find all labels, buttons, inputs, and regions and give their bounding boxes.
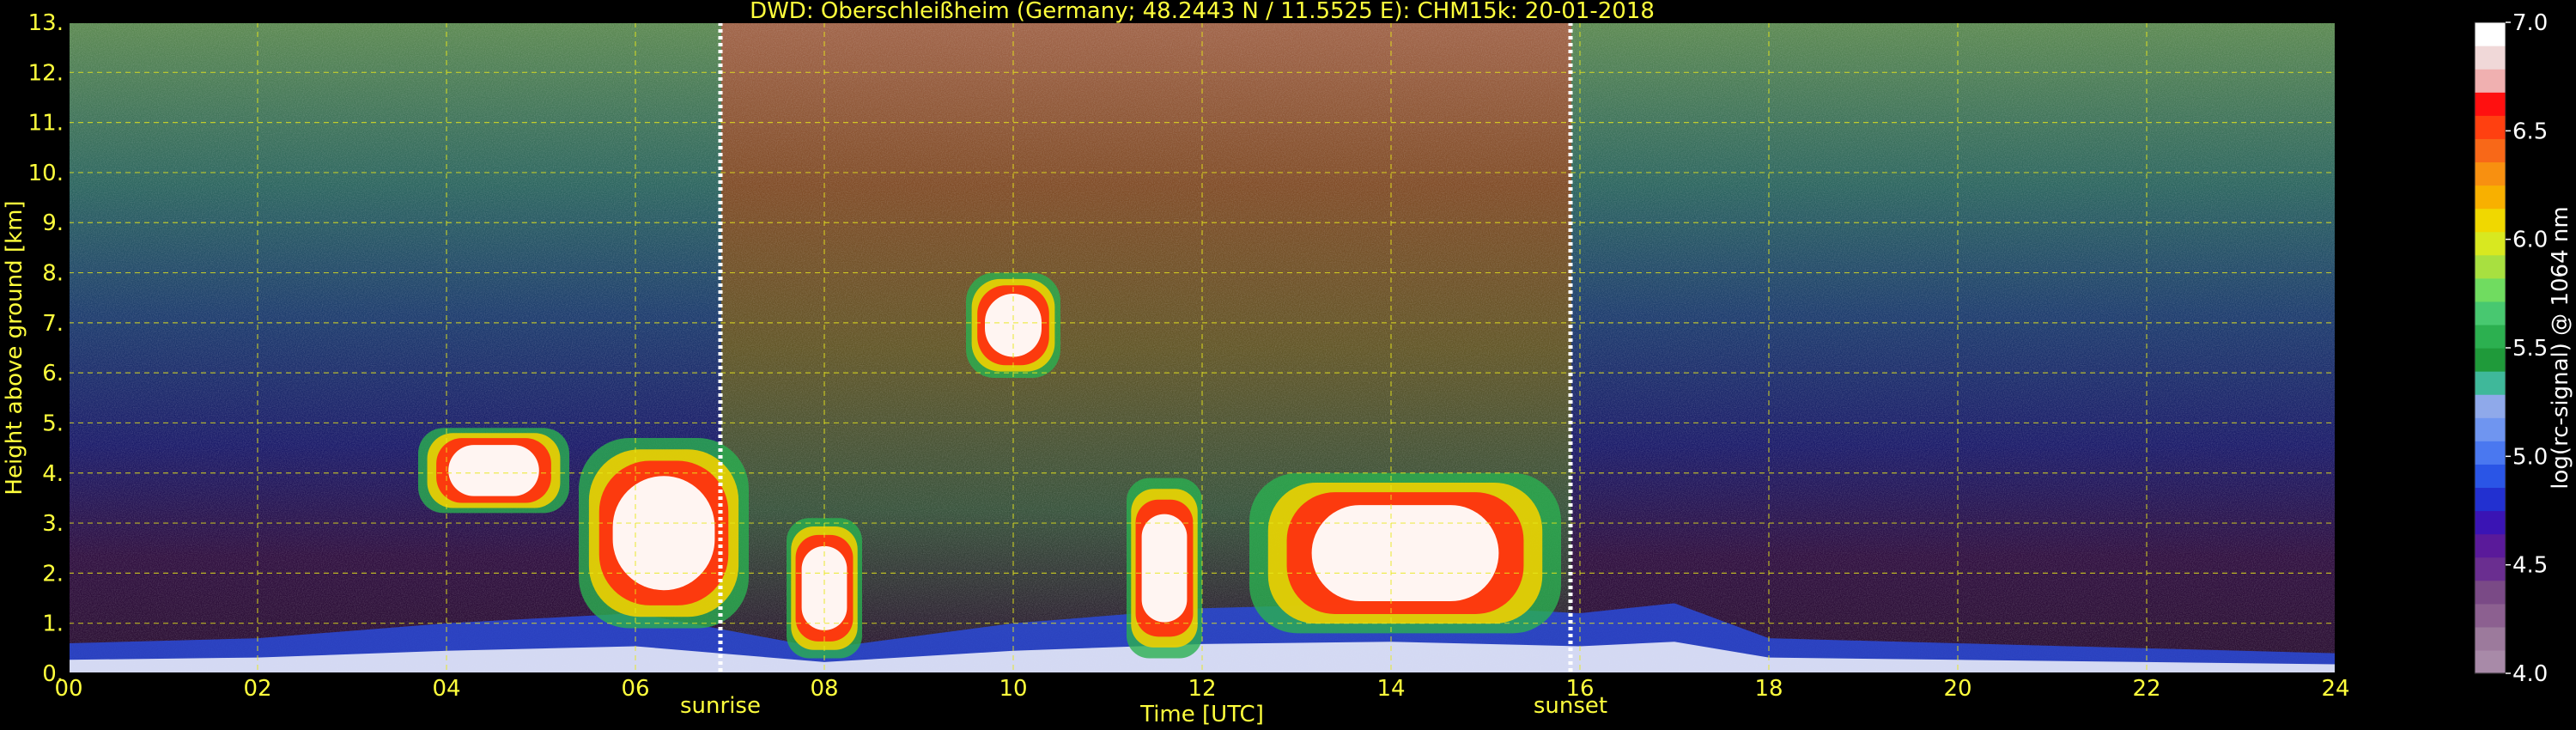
colorbar-swatch — [2475, 649, 2506, 674]
colorbar-swatch — [2475, 324, 2506, 349]
colorbar-swatch — [2475, 69, 2506, 93]
y-tick-label: 11. — [28, 111, 64, 137]
x-tick-label: 00 — [54, 676, 82, 702]
plot-area — [68, 21, 2336, 674]
colorbar-tick-label: 7.0 — [2512, 10, 2548, 36]
y-tick-label: 10. — [28, 161, 64, 186]
x-tick-labels: 00 02 04 06 08 10 12 14 16 18 20 22 24 — [54, 676, 2349, 702]
colorbar-tick-label: 5.0 — [2512, 444, 2548, 470]
colorbar-swatch — [2475, 115, 2506, 139]
y-tick-labels: 0.1.2.3.4.5.6.7.8.9.10.11.12.13. — [28, 10, 64, 687]
colorbar-swatch — [2475, 277, 2506, 302]
colorbar-swatch — [2475, 185, 2506, 210]
y-tick-label: 5. — [42, 411, 64, 436]
sun-marker-label: sunset — [1534, 693, 1607, 719]
colorbar-swatch — [2475, 441, 2506, 465]
cloud-layer — [418, 428, 569, 514]
ceilometer-chart: DWD: Oberschleißheim (Germany; 48.2443 N… — [2, 0, 2573, 727]
colorbar-tick-label: 4.5 — [2512, 553, 2548, 579]
y-tick-label: 6. — [42, 361, 64, 386]
x-tick-label: 04 — [432, 676, 460, 702]
colorbar-swatch — [2475, 371, 2506, 395]
y-tick-label: 7. — [42, 311, 64, 337]
colorbar-swatch — [2475, 464, 2506, 489]
x-tick-label: 18 — [1754, 676, 1783, 702]
y-tick-label: 13. — [28, 10, 64, 36]
sun-marker-label: sunrise — [680, 693, 761, 719]
cloud-layer — [1249, 472, 1561, 634]
x-tick-label: 20 — [1943, 676, 1971, 702]
colorbar-swatch — [2475, 510, 2506, 535]
x-tick-label: 02 — [243, 676, 271, 702]
colorbar-swatch — [2475, 626, 2506, 651]
y-tick-label: 9. — [42, 210, 64, 236]
colorbar: 4.0 4.5 5.0 5.5 6.0 6.5 7.0 log(rc-signal) @ 1… — [2474, 10, 2573, 687]
x-tick-label: 12 — [1188, 676, 1216, 702]
x-tick-label: 10 — [999, 676, 1027, 702]
colorbar-swatch — [2475, 417, 2506, 441]
colorbar-tick-labels: 4.0 4.5 5.0 5.5 6.0 6.5 7.0 — [2506, 10, 2548, 687]
colorbar-swatch — [2475, 533, 2506, 558]
y-tick-label: 3. — [42, 511, 64, 537]
colorbar-swatch — [2475, 138, 2506, 163]
colorbar-label: log(rc-signal) @ 1064 nm — [2548, 206, 2573, 489]
y-tick-label: 12. — [28, 60, 64, 86]
colorbar-swatch — [2475, 301, 2506, 325]
cloud-layer — [579, 437, 749, 629]
colorbar-swatch — [2475, 603, 2506, 628]
colorbar-swatch — [2475, 254, 2506, 279]
colorbar-swatch — [2475, 231, 2506, 256]
colorbar-tick-label: 5.5 — [2512, 336, 2548, 362]
colorbar-swatch — [2475, 161, 2506, 186]
colorbar-swatch — [2475, 208, 2506, 233]
y-tick-label: 1. — [42, 611, 64, 637]
colorbar-swatch — [2475, 580, 2506, 605]
colorbar-swatches — [2475, 22, 2506, 674]
x-tick-label: 22 — [2132, 676, 2160, 702]
x-axis-label: Time [UTC] — [1139, 702, 1264, 727]
cloud-layer — [1127, 478, 1202, 659]
x-tick-label: 24 — [2321, 676, 2349, 702]
colorbar-swatch — [2475, 487, 2506, 512]
x-tick-label: 06 — [621, 676, 649, 702]
y-tick-label: 8. — [42, 261, 64, 287]
y-tick-label: 2. — [42, 561, 64, 587]
colorbar-tick-label: 4.0 — [2512, 661, 2548, 687]
y-axis-label: Height above ground [km] — [2, 200, 27, 495]
colorbar-tick-label: 6.0 — [2512, 228, 2548, 253]
colorbar-swatch — [2475, 557, 2506, 581]
colorbar-swatch — [2475, 394, 2506, 418]
x-tick-label: 14 — [1376, 676, 1405, 702]
colorbar-swatch — [2475, 92, 2506, 116]
x-tick-label: 08 — [810, 676, 838, 702]
chart-title: DWD: Oberschleißheim (Germany; 48.2443 N… — [750, 0, 1655, 24]
colorbar-tick-label: 6.5 — [2512, 119, 2548, 144]
y-tick-label: 4. — [42, 461, 64, 487]
colorbar-swatch — [2475, 22, 2506, 46]
colorbar-swatch — [2475, 46, 2506, 70]
colorbar-swatch — [2475, 348, 2506, 372]
